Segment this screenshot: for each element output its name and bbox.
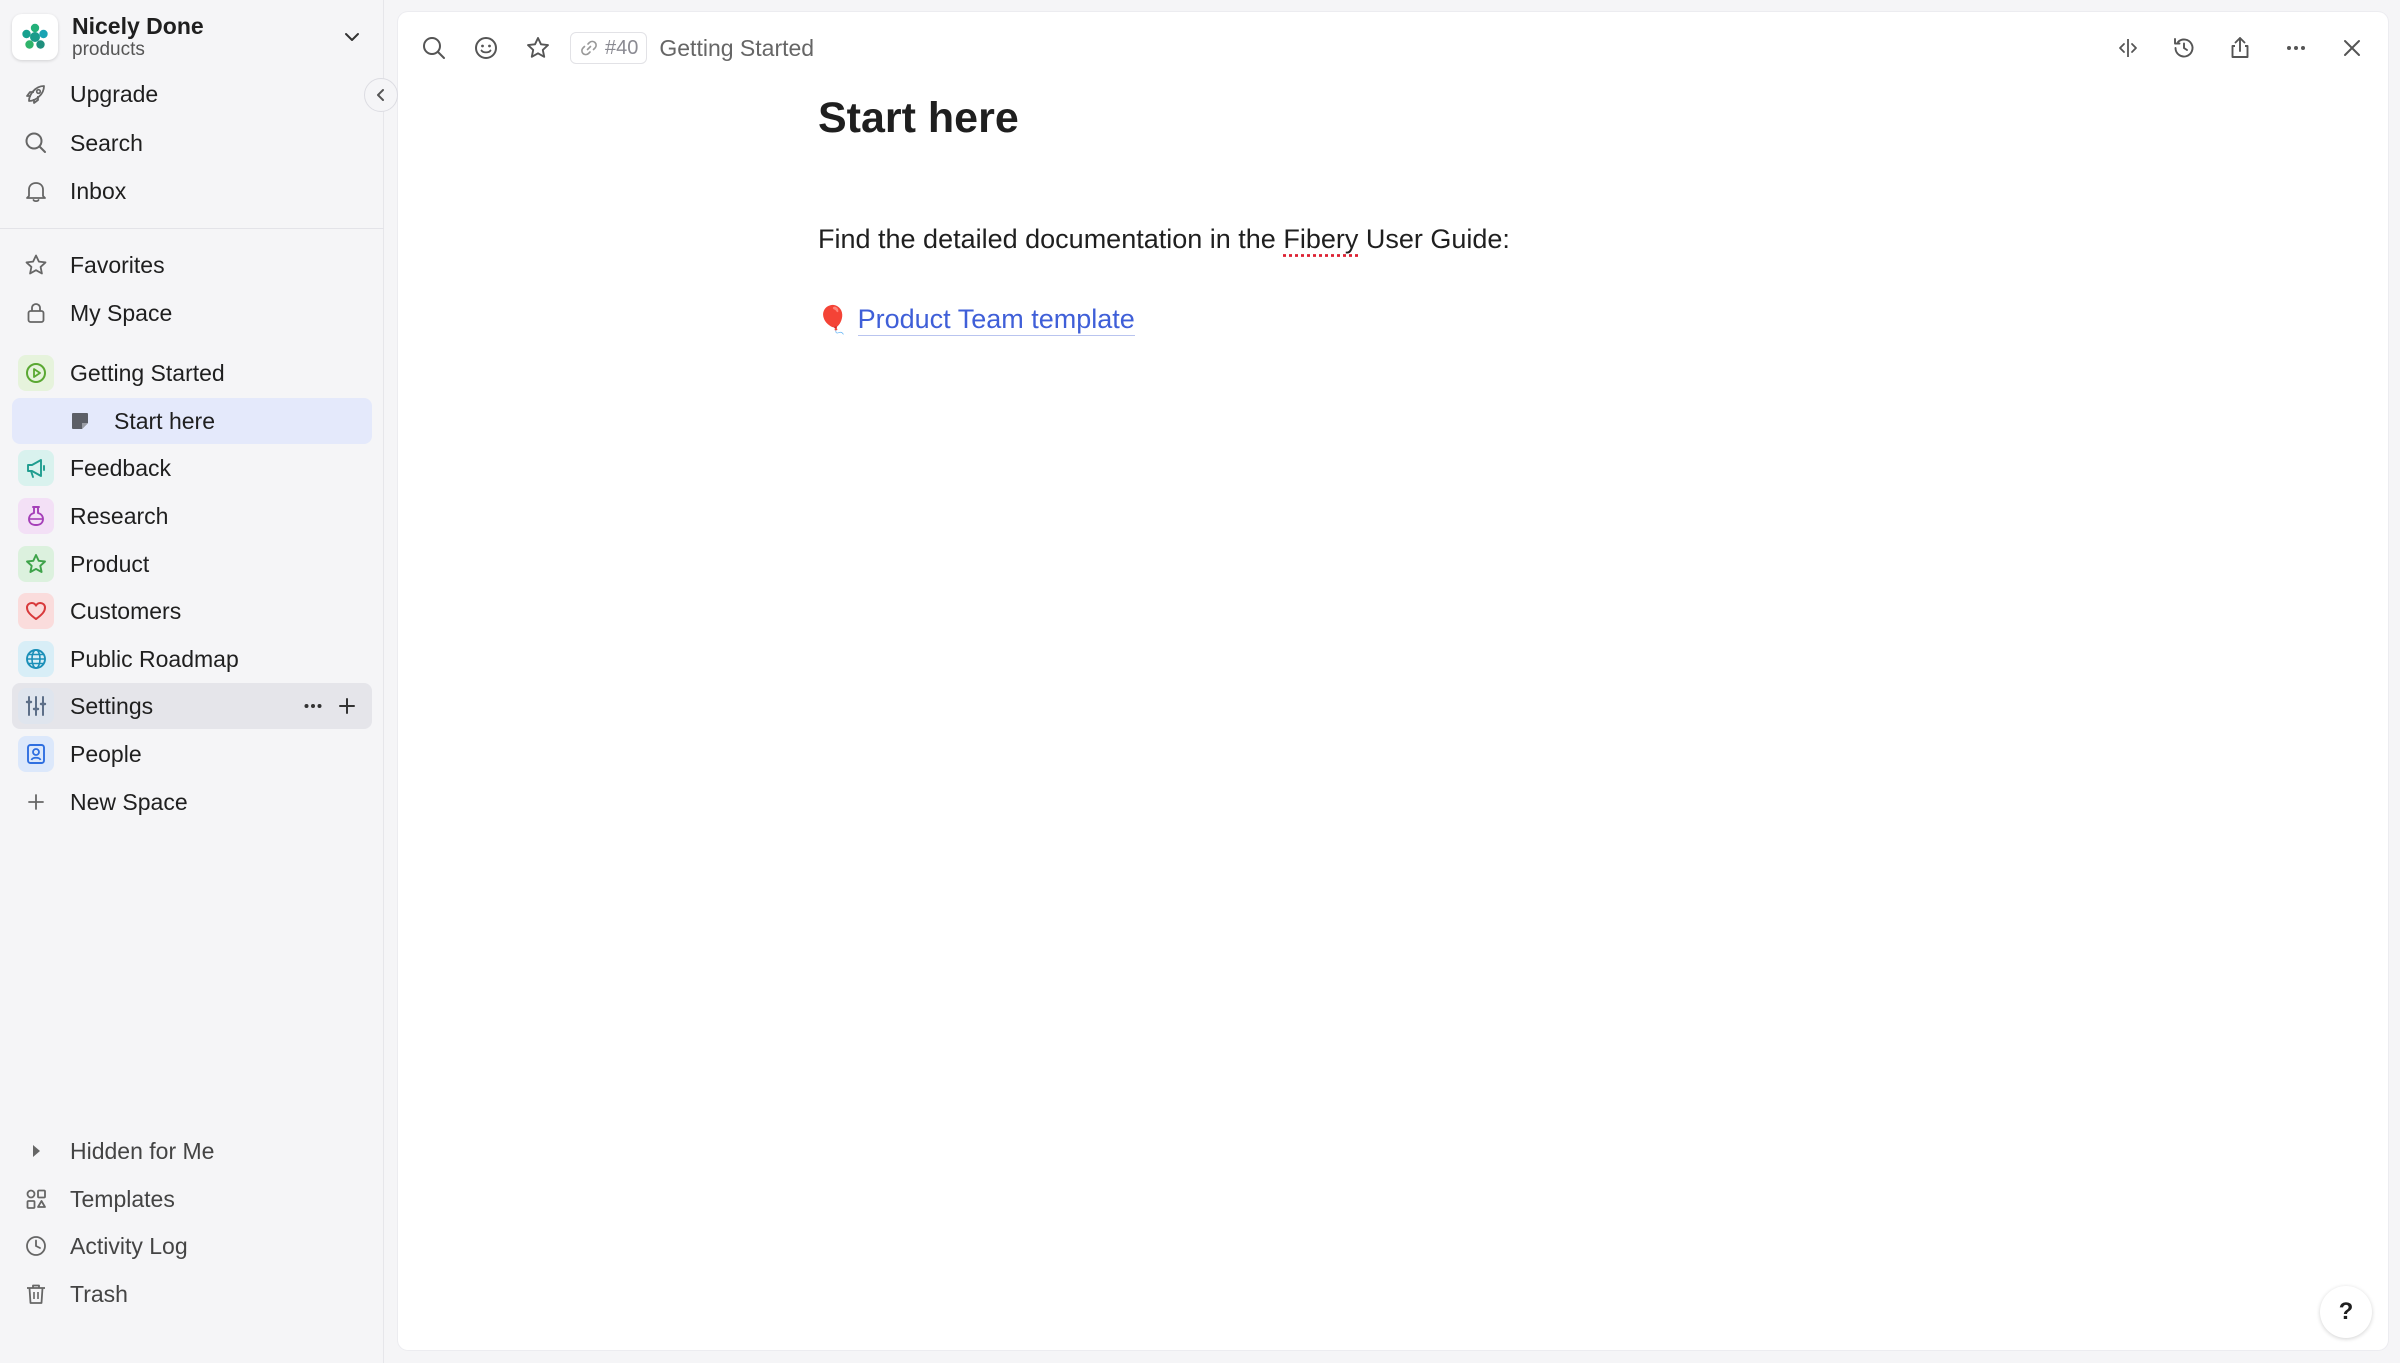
nav-label: Inbox — [70, 177, 127, 204]
nav-search[interactable]: Search — [12, 120, 372, 166]
page-start-here[interactable]: Start here — [12, 398, 372, 444]
nav-label: Search — [70, 129, 143, 156]
space-research[interactable]: Research — [12, 493, 372, 539]
space-label: Settings — [70, 692, 154, 719]
heart-icon — [18, 593, 54, 629]
search-icon — [18, 125, 54, 161]
space-label: People — [70, 740, 142, 767]
document-toolbar: #40 Getting Started — [398, 12, 2388, 84]
flask-icon — [18, 498, 54, 534]
product-team-template-link[interactable]: Product Team template — [857, 304, 1135, 336]
clock-icon — [18, 1228, 54, 1264]
nav-label: Upgrade — [70, 80, 159, 107]
play-circle-icon — [18, 355, 54, 391]
megaphone-icon — [18, 450, 54, 486]
new-space-button[interactable]: New Space — [12, 779, 372, 825]
page-label: Start here — [114, 407, 215, 434]
nav-activity-log[interactable]: Activity Log — [12, 1223, 372, 1269]
expand-width-icon[interactable] — [2108, 28, 2148, 68]
globe-icon — [18, 641, 54, 677]
search-icon[interactable] — [414, 28, 454, 68]
bell-icon — [18, 173, 54, 209]
document-paragraph[interactable]: Find the detailed documentation in the F… — [818, 224, 1510, 255]
space-label: Public Roadmap — [70, 645, 239, 672]
space-label: Customers — [70, 597, 182, 624]
star-icon — [18, 247, 54, 283]
more-options-icon[interactable] — [296, 689, 330, 723]
plus-icon — [18, 784, 54, 820]
space-label: Getting Started — [70, 359, 225, 386]
nav-upgrade[interactable]: Upgrade — [12, 71, 372, 117]
entity-id: #40 — [605, 36, 639, 59]
nav-label: Hidden for Me — [70, 1137, 215, 1164]
nav-inbox[interactable]: Inbox — [12, 168, 372, 214]
page-title[interactable]: Start here — [818, 94, 1019, 143]
space-people[interactable]: People — [12, 731, 372, 777]
nav-trash[interactable]: Trash — [12, 1271, 372, 1317]
app-root: Nicely Done products Upgrade Search Inbo… — [0, 0, 2400, 1363]
sidebar-divider — [0, 228, 384, 229]
sidebar: Nicely Done products Upgrade Search Inbo… — [0, 0, 398, 1363]
nav-label: Activity Log — [70, 1232, 188, 1259]
nav-label: My Space — [70, 299, 173, 326]
rocket-icon — [18, 76, 54, 112]
workspace-logo-icon — [12, 14, 58, 60]
emoji-icon[interactable] — [466, 28, 506, 68]
paragraph-text-after: User Guide: — [1358, 224, 1510, 254]
paragraph-text-before: Find the detailed documentation in the — [818, 224, 1284, 254]
nav-label: Templates — [70, 1185, 175, 1212]
triangle-right-icon — [18, 1133, 54, 1169]
space-label: Feedback — [70, 454, 172, 481]
space-label: Research — [70, 502, 169, 529]
person-badge-icon — [18, 736, 54, 772]
entity-id-chip[interactable]: #40 — [570, 32, 648, 64]
balloon-emoji-icon: 🎈 — [816, 305, 850, 335]
chevron-left-icon — [377, 89, 384, 101]
chevron-down-icon[interactable] — [332, 17, 372, 57]
favorite-star-icon[interactable] — [518, 28, 558, 68]
nav-hidden-for-me[interactable]: Hidden for Me — [12, 1128, 372, 1174]
nav-favorites[interactable]: Favorites — [12, 242, 372, 288]
history-icon[interactable] — [2164, 28, 2204, 68]
breadcrumb[interactable]: Getting Started — [659, 35, 814, 62]
nav-my-space[interactable]: My Space — [12, 290, 372, 336]
templates-icon — [18, 1181, 54, 1217]
trash-icon — [18, 1276, 54, 1312]
document-link-row: 🎈 Product Team template — [816, 304, 1135, 336]
document-panel: #40 Getting Started Start here Find the … — [398, 12, 2388, 1350]
nav-label: Trash — [70, 1280, 128, 1307]
document-body: Start here — [818, 94, 1019, 143]
space-getting-started[interactable]: Getting Started — [12, 350, 372, 396]
workspace-switcher[interactable]: Nicely Done products — [12, 6, 372, 68]
workspace-subtitle: products — [72, 39, 145, 61]
star-icon — [18, 546, 54, 582]
space-customers[interactable]: Customers — [12, 588, 372, 634]
space-settings[interactable]: Settings — [12, 683, 372, 729]
help-button[interactable]: ? — [2320, 1286, 2372, 1338]
space-feedback[interactable]: Feedback — [12, 445, 372, 491]
add-icon[interactable] — [330, 689, 364, 723]
document-icon — [62, 403, 98, 439]
lock-icon — [18, 295, 54, 331]
space-public-roadmap[interactable]: Public Roadmap — [12, 636, 372, 682]
share-icon[interactable] — [2220, 28, 2260, 68]
space-product[interactable]: Product — [12, 541, 372, 587]
close-icon[interactable] — [2332, 28, 2372, 68]
nav-templates[interactable]: Templates — [12, 1176, 372, 1222]
workspace-name: Nicely Done — [72, 12, 204, 39]
link-icon — [581, 40, 597, 56]
paragraph-misspelled-word: Fibery — [1283, 224, 1359, 254]
more-options-icon[interactable] — [2276, 28, 2316, 68]
space-label: New Space — [70, 788, 188, 815]
collapse-sidebar-button[interactable] — [364, 78, 398, 112]
sliders-icon — [18, 688, 54, 724]
nav-label: Favorites — [70, 251, 165, 278]
space-label: Product — [70, 550, 150, 577]
